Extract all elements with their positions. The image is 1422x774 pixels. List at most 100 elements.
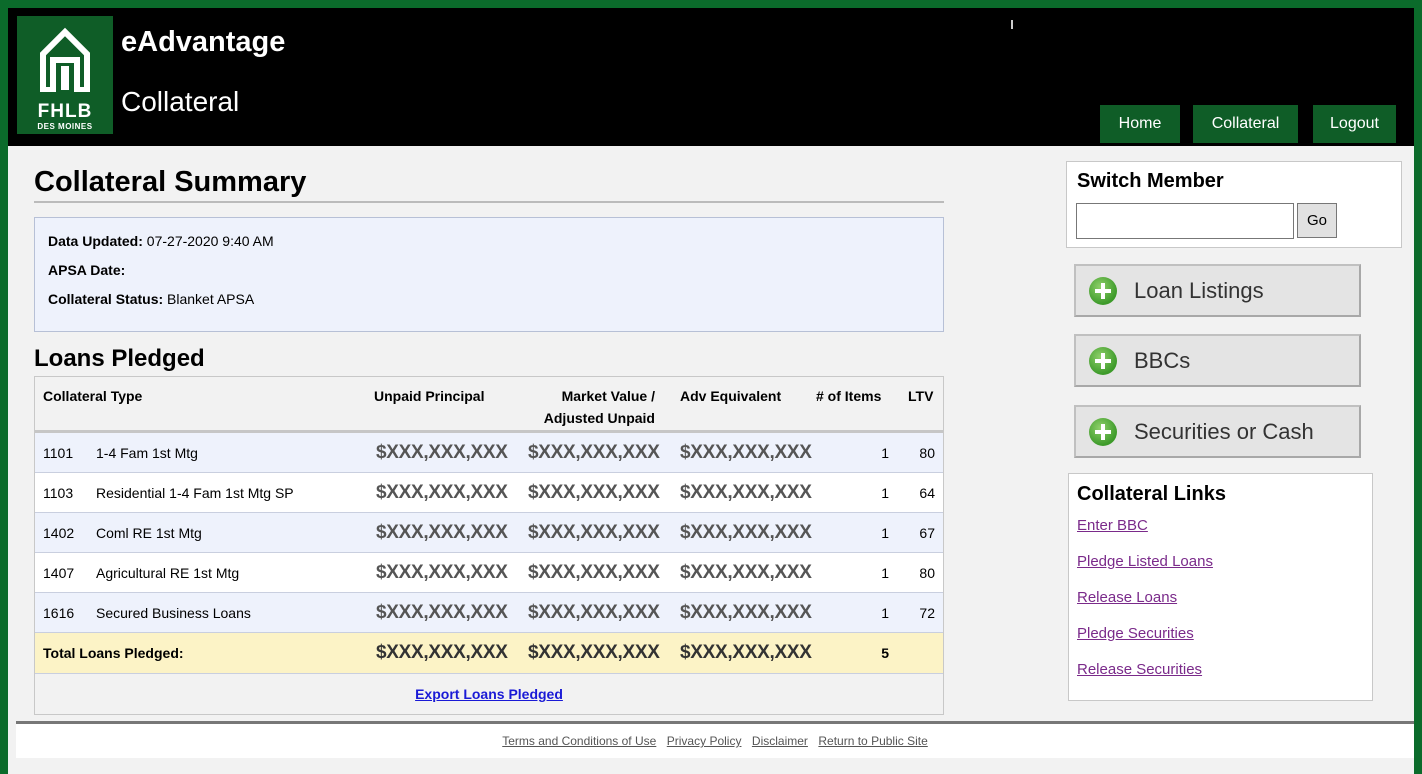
fhlb-logo[interactable]: FHLB DES MOINES bbox=[17, 16, 113, 134]
row-adv: $XXX,XXX,XXX bbox=[680, 602, 812, 623]
row-name: Coml RE 1st Mtg bbox=[96, 525, 202, 541]
app-subtitle: Collateral bbox=[121, 86, 240, 117]
pledge-securities-link[interactable]: Pledge Securities bbox=[1077, 624, 1364, 660]
export-row: Export Loans Pledged bbox=[35, 674, 943, 714]
row-adv: $XXX,XXX,XXX bbox=[680, 482, 812, 503]
collateral-status-value: Blanket APSA bbox=[167, 291, 255, 307]
row-name: Residential 1-4 Fam 1st Mtg SP bbox=[96, 485, 294, 501]
data-updated-label: Data Updated: bbox=[48, 233, 143, 249]
row-code: 1402 bbox=[43, 525, 75, 541]
row-name: Secured Business Loans bbox=[96, 605, 251, 621]
collateral-links-panel: Collateral Links Enter BBC Pledge Listed… bbox=[1068, 473, 1373, 701]
total-items: 5 bbox=[881, 645, 889, 661]
collateral-links-title: Collateral Links bbox=[1077, 483, 1226, 505]
table-row: 1101 1-4 Fam 1st Mtg $XXX,XXX,XXX $XXX,X… bbox=[35, 433, 943, 473]
enter-bbc-link[interactable]: Enter BBC bbox=[1077, 516, 1364, 552]
apsa-date-line: APSA Date: bbox=[48, 261, 930, 290]
table-row: 1103 Residential 1-4 Fam 1st Mtg SP $XXX… bbox=[35, 473, 943, 513]
row-ltv: 67 bbox=[919, 525, 935, 541]
plus-icon bbox=[1089, 277, 1117, 305]
row-ltv: 80 bbox=[919, 445, 935, 461]
page-title: Collateral Summary bbox=[34, 166, 307, 198]
header-num-items: # of Items bbox=[816, 388, 882, 404]
app-title: eAdvantage bbox=[121, 26, 286, 58]
header-divider bbox=[1011, 20, 1013, 29]
row-adv: $XXX,XXX,XXX bbox=[680, 562, 812, 583]
switch-member-panel: Switch Member Go bbox=[1066, 161, 1402, 248]
bbcs-label: BBCs bbox=[1134, 348, 1191, 373]
loan-listings-label: Loan Listings bbox=[1134, 278, 1264, 303]
loans-pledged-table: Collateral Type Unpaid Principal Market … bbox=[34, 376, 944, 715]
row-unpaid: $XXX,XXX,XXX bbox=[376, 482, 508, 503]
plus-icon bbox=[1089, 418, 1117, 446]
bbcs-button[interactable]: BBCs bbox=[1074, 334, 1361, 387]
release-loans-link[interactable]: Release Loans bbox=[1077, 588, 1364, 624]
privacy-policy-link[interactable]: Privacy Policy bbox=[667, 734, 742, 748]
loans-pledged-title: Loans Pledged bbox=[34, 345, 205, 372]
row-market: $XXX,XXX,XXX bbox=[528, 482, 660, 503]
table-header: Collateral Type Unpaid Principal Market … bbox=[35, 377, 943, 433]
row-code: 1407 bbox=[43, 565, 75, 581]
row-items: 1 bbox=[881, 485, 889, 501]
row-market: $XXX,XXX,XXX bbox=[528, 522, 660, 543]
row-items: 1 bbox=[881, 565, 889, 581]
securities-cash-label: Securities or Cash bbox=[1134, 419, 1314, 444]
app-frame: FHLB DES MOINES eAdvantage Collateral Ho… bbox=[8, 8, 1414, 774]
row-items: 1 bbox=[881, 525, 889, 541]
header-market-value-line2: Adjusted Unpaid bbox=[543, 410, 655, 426]
row-ltv: 80 bbox=[919, 565, 935, 581]
header: FHLB DES MOINES eAdvantage Collateral Ho… bbox=[8, 8, 1414, 146]
header-unpaid-principal: Unpaid Principal bbox=[374, 388, 485, 404]
row-code: 1616 bbox=[43, 605, 75, 621]
row-unpaid: $XXX,XXX,XXX bbox=[376, 442, 508, 463]
row-unpaid: $XXX,XXX,XXX bbox=[376, 562, 508, 583]
public-site-link[interactable]: Return to Public Site bbox=[818, 734, 927, 748]
nav-collateral-button[interactable]: Collateral bbox=[1193, 105, 1298, 143]
total-market: $XXX,XXX,XXX bbox=[528, 642, 660, 663]
row-items: 1 bbox=[881, 605, 889, 621]
securities-cash-button[interactable]: Securities or Cash bbox=[1074, 405, 1361, 458]
row-unpaid: $XXX,XXX,XXX bbox=[376, 602, 508, 623]
table-row: 1616 Secured Business Loans $XXX,XXX,XXX… bbox=[35, 593, 943, 633]
data-updated-line: Data Updated: 07-27-2020 9:40 AM bbox=[48, 232, 930, 261]
summary-info-box: Data Updated: 07-27-2020 9:40 AM APSA Da… bbox=[34, 217, 944, 332]
footer: Terms and Conditions of Use Privacy Poli… bbox=[16, 724, 1414, 758]
row-adv: $XXX,XXX,XXX bbox=[680, 442, 812, 463]
header-market-value: Market Value / Adjusted Unpaid bbox=[525, 385, 655, 429]
title-divider bbox=[34, 201, 944, 203]
row-name: Agricultural RE 1st Mtg bbox=[96, 565, 240, 581]
loan-listings-button[interactable]: Loan Listings bbox=[1074, 264, 1361, 317]
total-unpaid: $XXX,XXX,XXX bbox=[376, 642, 508, 663]
logo-subtext: DES MOINES bbox=[37, 122, 93, 131]
row-items: 1 bbox=[881, 445, 889, 461]
terms-link[interactable]: Terms and Conditions of Use bbox=[502, 734, 656, 748]
total-row: Total Loans Pledged: $XXX,XXX,XXX $XXX,X… bbox=[35, 633, 943, 674]
nav-home-button[interactable]: Home bbox=[1100, 105, 1180, 143]
row-name: 1-4 Fam 1st Mtg bbox=[96, 445, 198, 461]
disclaimer-link[interactable]: Disclaimer bbox=[752, 734, 808, 748]
table-row: 1402 Coml RE 1st Mtg $XXX,XXX,XXX $XXX,X… bbox=[35, 513, 943, 553]
collateral-status-label: Collateral Status: bbox=[48, 291, 164, 307]
row-market: $XXX,XXX,XXX bbox=[528, 602, 660, 623]
row-unpaid: $XXX,XXX,XXX bbox=[376, 522, 508, 543]
table-row: 1407 Agricultural RE 1st Mtg $XXX,XXX,XX… bbox=[35, 553, 943, 593]
go-button[interactable]: Go bbox=[1297, 203, 1337, 238]
row-market: $XXX,XXX,XXX bbox=[528, 442, 660, 463]
nav-logout-button[interactable]: Logout bbox=[1313, 105, 1396, 143]
plus-icon bbox=[1089, 347, 1117, 375]
collateral-status-line: Collateral Status: Blanket APSA bbox=[48, 290, 930, 319]
row-adv: $XXX,XXX,XXX bbox=[680, 522, 812, 543]
header-adv-equivalent: Adv Equivalent bbox=[680, 388, 782, 404]
row-market: $XXX,XXX,XXX bbox=[528, 562, 660, 583]
header-ltv: LTV bbox=[908, 388, 934, 404]
pledge-listed-loans-link[interactable]: Pledge Listed Loans bbox=[1077, 552, 1364, 588]
export-loans-link[interactable]: Export Loans Pledged bbox=[415, 686, 563, 702]
apsa-date-label: APSA Date: bbox=[48, 262, 126, 278]
switch-member-title: Switch Member bbox=[1077, 170, 1224, 192]
logo-text: FHLB bbox=[37, 101, 93, 122]
switch-member-input[interactable] bbox=[1076, 203, 1294, 239]
data-updated-value: 07-27-2020 9:40 AM bbox=[146, 233, 274, 249]
row-ltv: 72 bbox=[919, 605, 935, 621]
release-securities-link[interactable]: Release Securities bbox=[1077, 660, 1364, 696]
total-label: Total Loans Pledged: bbox=[43, 645, 184, 661]
